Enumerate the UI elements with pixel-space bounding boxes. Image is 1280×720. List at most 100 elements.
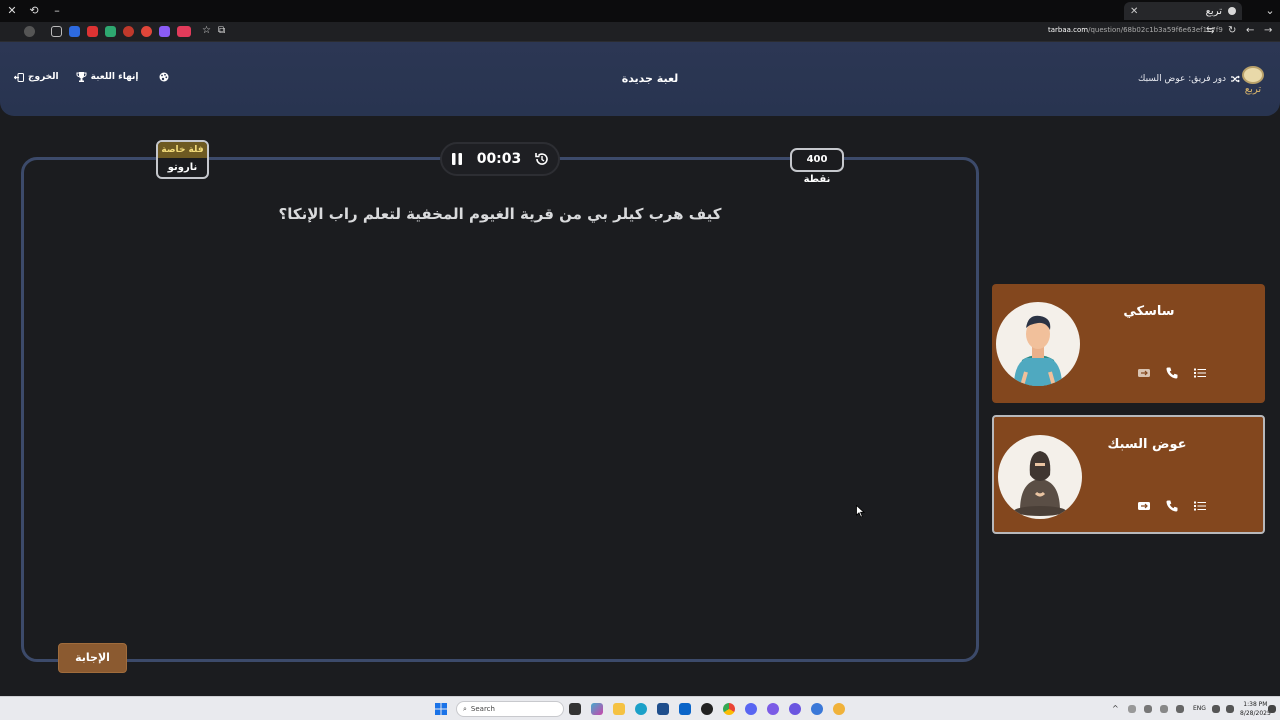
logo-text: تربع <box>1244 84 1262 95</box>
team-card-1: ساسكي <box>992 284 1265 403</box>
options-list-icon[interactable] <box>1193 499 1207 513</box>
app-icon-purple[interactable] <box>767 703 779 715</box>
end-game-label: إنهاء اللعبة <box>90 72 139 82</box>
app-icon-dark[interactable] <box>701 703 713 715</box>
restore-window-icon[interactable]: ⟲ <box>26 3 42 19</box>
card-swap-icon[interactable] <box>1137 366 1151 380</box>
extension-shield-icon[interactable] <box>159 26 170 37</box>
header-actions: الخروج إنهاء اللعبة <box>14 72 169 82</box>
card-swap-icon[interactable] <box>1137 499 1151 513</box>
tab-title: تربع <box>1205 5 1222 17</box>
question-text: كيف هرب كيلر بي من قرية الغيوم المخفية ل… <box>278 205 722 223</box>
sidebar-icon[interactable]: ⧉ <box>218 25 225 36</box>
team-tools <box>1137 366 1207 380</box>
team-avatar-man-icon <box>996 302 1080 386</box>
category-badge: فلة خاصة ناروتو <box>156 140 209 179</box>
browser-toolbar: ☆ ⧉ tarbaa.com/question/68b02c1b3a59f6e6… <box>0 22 1280 42</box>
team-name: عوض السبك <box>1107 437 1187 452</box>
outlook-icon[interactable] <box>679 703 691 715</box>
browser-titlebar: ✕ ⟲ – + ✕ تربع ⌄ <box>0 0 1280 22</box>
taskbar-clock[interactable]: 1:38 PM 8/28/2025 <box>1240 700 1271 718</box>
app-icon-violet[interactable] <box>789 703 801 715</box>
bookmark-star-icon[interactable]: ☆ <box>202 25 211 36</box>
copilot-icon[interactable] <box>591 703 603 715</box>
taskbar-search[interactable]: ⌕ Search <box>456 701 564 717</box>
exit-icon <box>14 72 24 82</box>
clock-date: 8/28/2025 <box>1240 710 1271 717</box>
extension-pin-icon[interactable] <box>123 26 134 37</box>
taskbar-search-label: Search <box>470 705 495 713</box>
tray-volume-icon[interactable] <box>1226 705 1234 713</box>
category-tag: فلة خاصة <box>158 142 207 158</box>
app-icon-blue[interactable] <box>811 703 823 715</box>
logo-emblem-icon <box>1242 66 1264 84</box>
end-game-button[interactable]: إنهاء اللعبة <box>76 72 139 82</box>
tray-chevron-icon[interactable]: ^ <box>1112 705 1120 713</box>
clock-time: 1:38 PM <box>1243 701 1268 708</box>
team-avatar-woman-icon <box>998 435 1082 519</box>
team-card-2: عوض السبك <box>992 415 1265 534</box>
tab-close-icon[interactable]: ✕ <box>1130 6 1138 17</box>
app-logo[interactable]: تربع <box>1240 66 1266 96</box>
trophy-icon <box>76 72 87 82</box>
tray-app-icon[interactable] <box>1128 705 1136 713</box>
call-friend-icon[interactable] <box>1165 499 1179 513</box>
tray-mic-icon[interactable] <box>1176 705 1184 713</box>
timer: 00:03 <box>440 142 560 176</box>
forward-icon[interactable]: ← <box>1246 25 1254 36</box>
extension-pill-icon[interactable] <box>177 26 191 37</box>
points-badge: 400 نقطة <box>790 148 844 185</box>
url-path: /question/68b02c1b3a59f6e63ef1e7f9 <box>1088 26 1223 34</box>
theme-button[interactable] <box>159 72 169 82</box>
category-name: ناروتو <box>167 162 198 173</box>
tray-sync-icon[interactable] <box>1160 705 1168 713</box>
chrome-icon[interactable] <box>723 703 735 715</box>
question-board <box>21 157 979 662</box>
reset-timer-icon[interactable] <box>534 151 550 167</box>
notifications-icon[interactable] <box>1268 705 1276 713</box>
tab-list-chevron-icon[interactable]: ⌄ <box>1262 3 1278 19</box>
extension-fire-icon[interactable] <box>141 26 152 37</box>
browser-tab[interactable]: ✕ تربع <box>1124 2 1242 20</box>
discord-icon[interactable] <box>745 703 757 715</box>
input-language[interactable]: ENG <box>1193 705 1206 712</box>
extension-green-icon[interactable] <box>105 26 116 37</box>
tray-network-icon[interactable] <box>1144 705 1152 713</box>
os-taskbar: ⌕ Search ^ ENG 1:38 PM 8/28/2025 <box>0 696 1280 720</box>
extension-red-icon[interactable] <box>87 26 98 37</box>
timer-value: 00:03 <box>476 151 522 167</box>
site-settings-icon[interactable]: ⇆ <box>1206 25 1214 36</box>
palette-icon <box>159 72 169 82</box>
back-icon[interactable]: → <box>1264 25 1272 36</box>
page-title: لعبة جديدة <box>621 72 679 85</box>
profile-avatar-icon[interactable] <box>24 26 35 37</box>
url-domain: tarbaa.com <box>1048 26 1089 34</box>
team-turn-indicator[interactable]: دور فريق: عوض السبك <box>1138 74 1240 84</box>
store-icon[interactable] <box>657 703 669 715</box>
call-friend-icon[interactable] <box>1165 366 1179 380</box>
answer-button[interactable]: الإجابة <box>58 643 127 673</box>
team-name: ساسكي <box>1123 304 1175 319</box>
minimize-window-icon[interactable]: – <box>49 3 65 19</box>
task-view-icon[interactable] <box>569 703 581 715</box>
reload-icon[interactable]: ↻ <box>1228 25 1236 36</box>
extensions-icon[interactable] <box>51 26 62 37</box>
team-turn-text: دور فريق: عوض السبك <box>1138 74 1227 84</box>
mouse-cursor-icon <box>856 505 865 518</box>
exit-button[interactable]: الخروج <box>14 72 59 82</box>
tab-favicon-icon <box>1228 7 1236 15</box>
exit-label: الخروج <box>28 72 59 82</box>
file-explorer-icon[interactable] <box>613 703 625 715</box>
pause-icon[interactable] <box>450 152 464 166</box>
edge-icon[interactable] <box>635 703 647 715</box>
address-bar[interactable]: tarbaa.com/question/68b02c1b3a59f6e63ef1… <box>1048 26 1223 34</box>
app-icon-yellow[interactable] <box>833 703 845 715</box>
close-window-icon[interactable]: ✕ <box>4 3 20 19</box>
shuffle-icon <box>1231 75 1240 83</box>
tray-wifi-icon[interactable] <box>1212 705 1220 713</box>
extension-blue-icon[interactable] <box>69 26 80 37</box>
team-tools <box>1137 499 1207 513</box>
windows-start-icon[interactable] <box>435 703 447 715</box>
options-list-icon[interactable] <box>1193 366 1207 380</box>
search-icon: ⌕ <box>463 704 467 713</box>
